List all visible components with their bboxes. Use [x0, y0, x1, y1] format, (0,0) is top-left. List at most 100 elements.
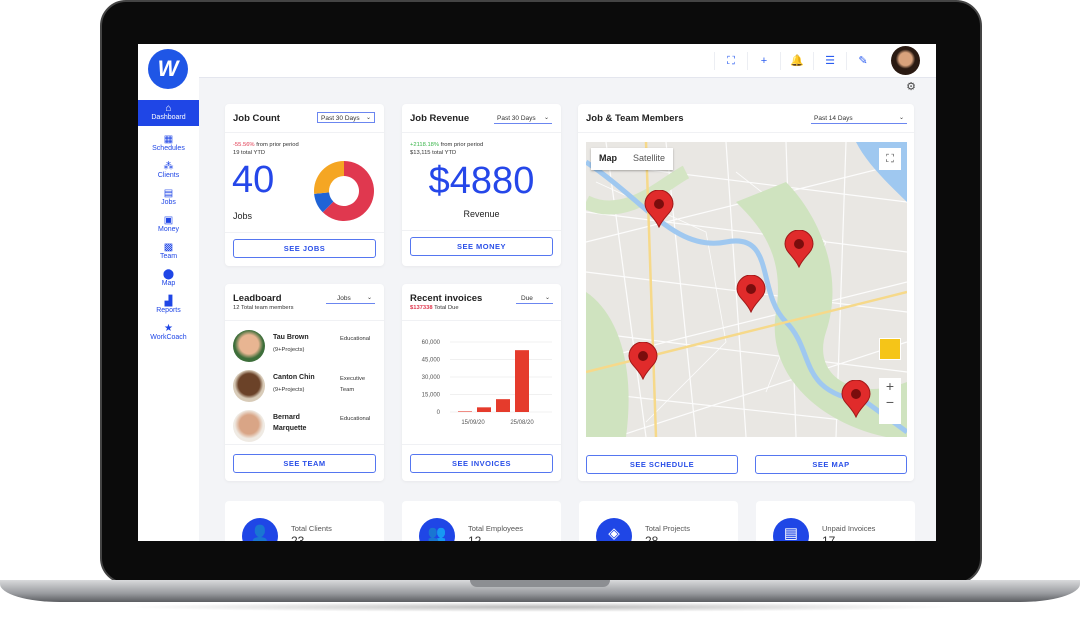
- see-money-button[interactable]: SEE MONEY: [410, 237, 553, 256]
- job-count-period-select[interactable]: Past 30 Days ⌄: [317, 112, 375, 123]
- zoom-out-button[interactable]: −: [879, 394, 901, 410]
- chevron-down-icon: ⌄: [365, 115, 371, 121]
- map-marker-pin-icon[interactable]: [736, 274, 766, 314]
- invoices-filter-select[interactable]: Due ⌄: [516, 293, 553, 304]
- jobs-icon: ▤: [163, 188, 174, 199]
- plus-icon[interactable]: +: [756, 53, 772, 69]
- laptop-notch: [470, 580, 610, 587]
- see-map-button[interactable]: SEE MAP: [755, 455, 907, 474]
- leaderboard-member[interactable]: Canton Chin (9+Projects) Executive Team: [233, 368, 378, 404]
- job-count-ytd: 19 total YTD: [233, 150, 266, 156]
- stat-label: Total Employees: [468, 524, 524, 533]
- map-marker-pin-icon[interactable]: [644, 189, 674, 229]
- total-due-amount: $137338: [410, 305, 433, 311]
- stat-label: Unpaid Invoices: [822, 524, 876, 533]
- sidebar-item-clients[interactable]: ⁂ Clients: [138, 158, 199, 184]
- sidebar-item-team[interactable]: ▩ Team: [138, 239, 199, 265]
- y-tick-label: 30,000: [422, 375, 441, 381]
- map-card-title: Job & Team Members: [586, 113, 684, 124]
- see-schedule-button[interactable]: SEE SCHEDULE: [586, 455, 738, 474]
- satellite-tab[interactable]: Satellite: [625, 148, 673, 170]
- job-count-card: Job Count Past 30 Days ⌄ -55.56% from pri…: [225, 104, 384, 266]
- sidebar-item-label: Money: [157, 226, 179, 233]
- divider: [402, 320, 561, 321]
- stat-card[interactable]: ▤ Unpaid Invoices 17: [756, 501, 915, 541]
- map-tab[interactable]: Map: [591, 148, 625, 170]
- toolbar-separator: [747, 52, 748, 70]
- home-icon: ⌂: [165, 103, 172, 114]
- sidebar-item-money[interactable]: ▣ Money: [138, 212, 199, 238]
- invoice-bar[interactable]: [458, 411, 472, 412]
- stat-card[interactable]: ◈ Total Projects 28: [579, 501, 738, 541]
- settings-gear-icon[interactable]: ⚙: [906, 80, 916, 93]
- leaderboard-member[interactable]: Bernard Marquette Educational: [233, 408, 378, 444]
- map-marker-pin-icon[interactable]: [628, 341, 658, 381]
- divider: [402, 230, 561, 231]
- map-view[interactable]: Map Satellite ⛶ + −: [586, 142, 907, 437]
- member-role: Executive Team: [340, 376, 366, 393]
- sidebar-item-jobs[interactable]: ▤ Jobs: [138, 185, 199, 211]
- divider: [225, 132, 384, 133]
- invoice-bar[interactable]: [496, 399, 510, 412]
- map-marker-pin-icon[interactable]: [841, 379, 871, 419]
- member-name: Tau Brown: [273, 334, 309, 341]
- leaderboard-member[interactable]: Tau Brown (9+Projects) Educational: [233, 328, 378, 364]
- job-count-value: 40: [232, 159, 275, 201]
- sidebar-item-label: Team: [159, 253, 178, 260]
- invoice-bar[interactable]: [515, 350, 529, 412]
- toolbar-separator: [780, 52, 781, 70]
- bell-icon[interactable]: 🔔: [789, 53, 805, 69]
- member-avatar: [233, 410, 265, 442]
- donut-slice[interactable]: [314, 161, 344, 194]
- street-view-pegman-icon[interactable]: [879, 338, 901, 360]
- top-bar: ⛶ + 🔔 ☰ ✎: [199, 44, 936, 78]
- job-revenue-ytd: $13,115 total YTD: [410, 150, 457, 156]
- list-icon[interactable]: ☰: [822, 53, 838, 69]
- job-count-change: -55.56% from prior period: [233, 142, 299, 148]
- user-avatar[interactable]: [891, 46, 920, 75]
- stat-value: 28: [645, 534, 659, 541]
- sidebar-item-label: Schedules: [152, 145, 185, 152]
- sidebar-item-label: Jobs: [161, 199, 176, 206]
- edit-icon[interactable]: ✎: [855, 53, 871, 69]
- sidebar-item-reports[interactable]: ▟ Reports: [138, 293, 199, 319]
- sidebar-item-dashboard[interactable]: ⌂ Dashboard: [138, 100, 199, 126]
- invoice-bar[interactable]: [477, 407, 491, 412]
- map-period-select[interactable]: Past 14 Days ⌄: [811, 113, 907, 124]
- divider: [578, 132, 914, 133]
- users-icon: 👥: [419, 518, 455, 541]
- stat-card[interactable]: 👤 Total Clients 23: [225, 501, 384, 541]
- document-icon: ▤: [773, 518, 809, 541]
- stat-label: Total Projects: [645, 524, 691, 533]
- job-count-title: Job Count: [233, 113, 280, 124]
- job-revenue-period-select[interactable]: Past 30 Days ⌄: [494, 113, 552, 124]
- invoices-title: Recent invoices: [410, 293, 483, 304]
- see-invoices-button[interactable]: SEE INVOICES: [410, 454, 553, 473]
- sidebar-item-map[interactable]: ⬤ Map: [138, 266, 199, 292]
- member-projects: (9+Projects): [273, 387, 305, 393]
- job-revenue-value: $4880: [428, 160, 535, 202]
- stat-value: 17: [822, 534, 836, 541]
- member-avatar: [233, 330, 265, 362]
- app-logo[interactable]: W: [148, 49, 188, 89]
- layers-icon: ◈: [596, 518, 632, 541]
- reports-icon: ▟: [164, 296, 173, 307]
- y-tick-label: 0: [437, 410, 441, 416]
- sidebar: W ⌂ Dashboard ▦ Schedules ⁂ Clients ▤ Jobs ▣ Mone…: [138, 44, 199, 541]
- total-due-label: Total Due: [434, 305, 459, 311]
- calendar-icon: ▦: [163, 134, 174, 145]
- toolbar-separator: [714, 52, 715, 70]
- see-jobs-button[interactable]: SEE JOBS: [233, 239, 376, 258]
- leadboard-filter-select[interactable]: Jobs ⌄: [326, 293, 375, 304]
- zoom-in-button[interactable]: +: [879, 378, 901, 394]
- filter-value: Due: [521, 295, 533, 302]
- period-value: Past 30 Days: [497, 115, 536, 122]
- stat-card[interactable]: 👥 Total Employees 12: [402, 501, 561, 541]
- sidebar-item-workcoach[interactable]: ★ WorkCoach: [138, 320, 199, 346]
- map-marker-pin-icon[interactable]: [784, 229, 814, 269]
- fullscreen-icon[interactable]: ⛶: [723, 53, 739, 69]
- map-pin-icon: ⬤: [162, 269, 175, 280]
- see-team-button[interactable]: SEE TEAM: [233, 454, 376, 473]
- map-fullscreen-icon[interactable]: ⛶: [879, 148, 901, 170]
- sidebar-item-schedules[interactable]: ▦ Schedules: [138, 131, 199, 157]
